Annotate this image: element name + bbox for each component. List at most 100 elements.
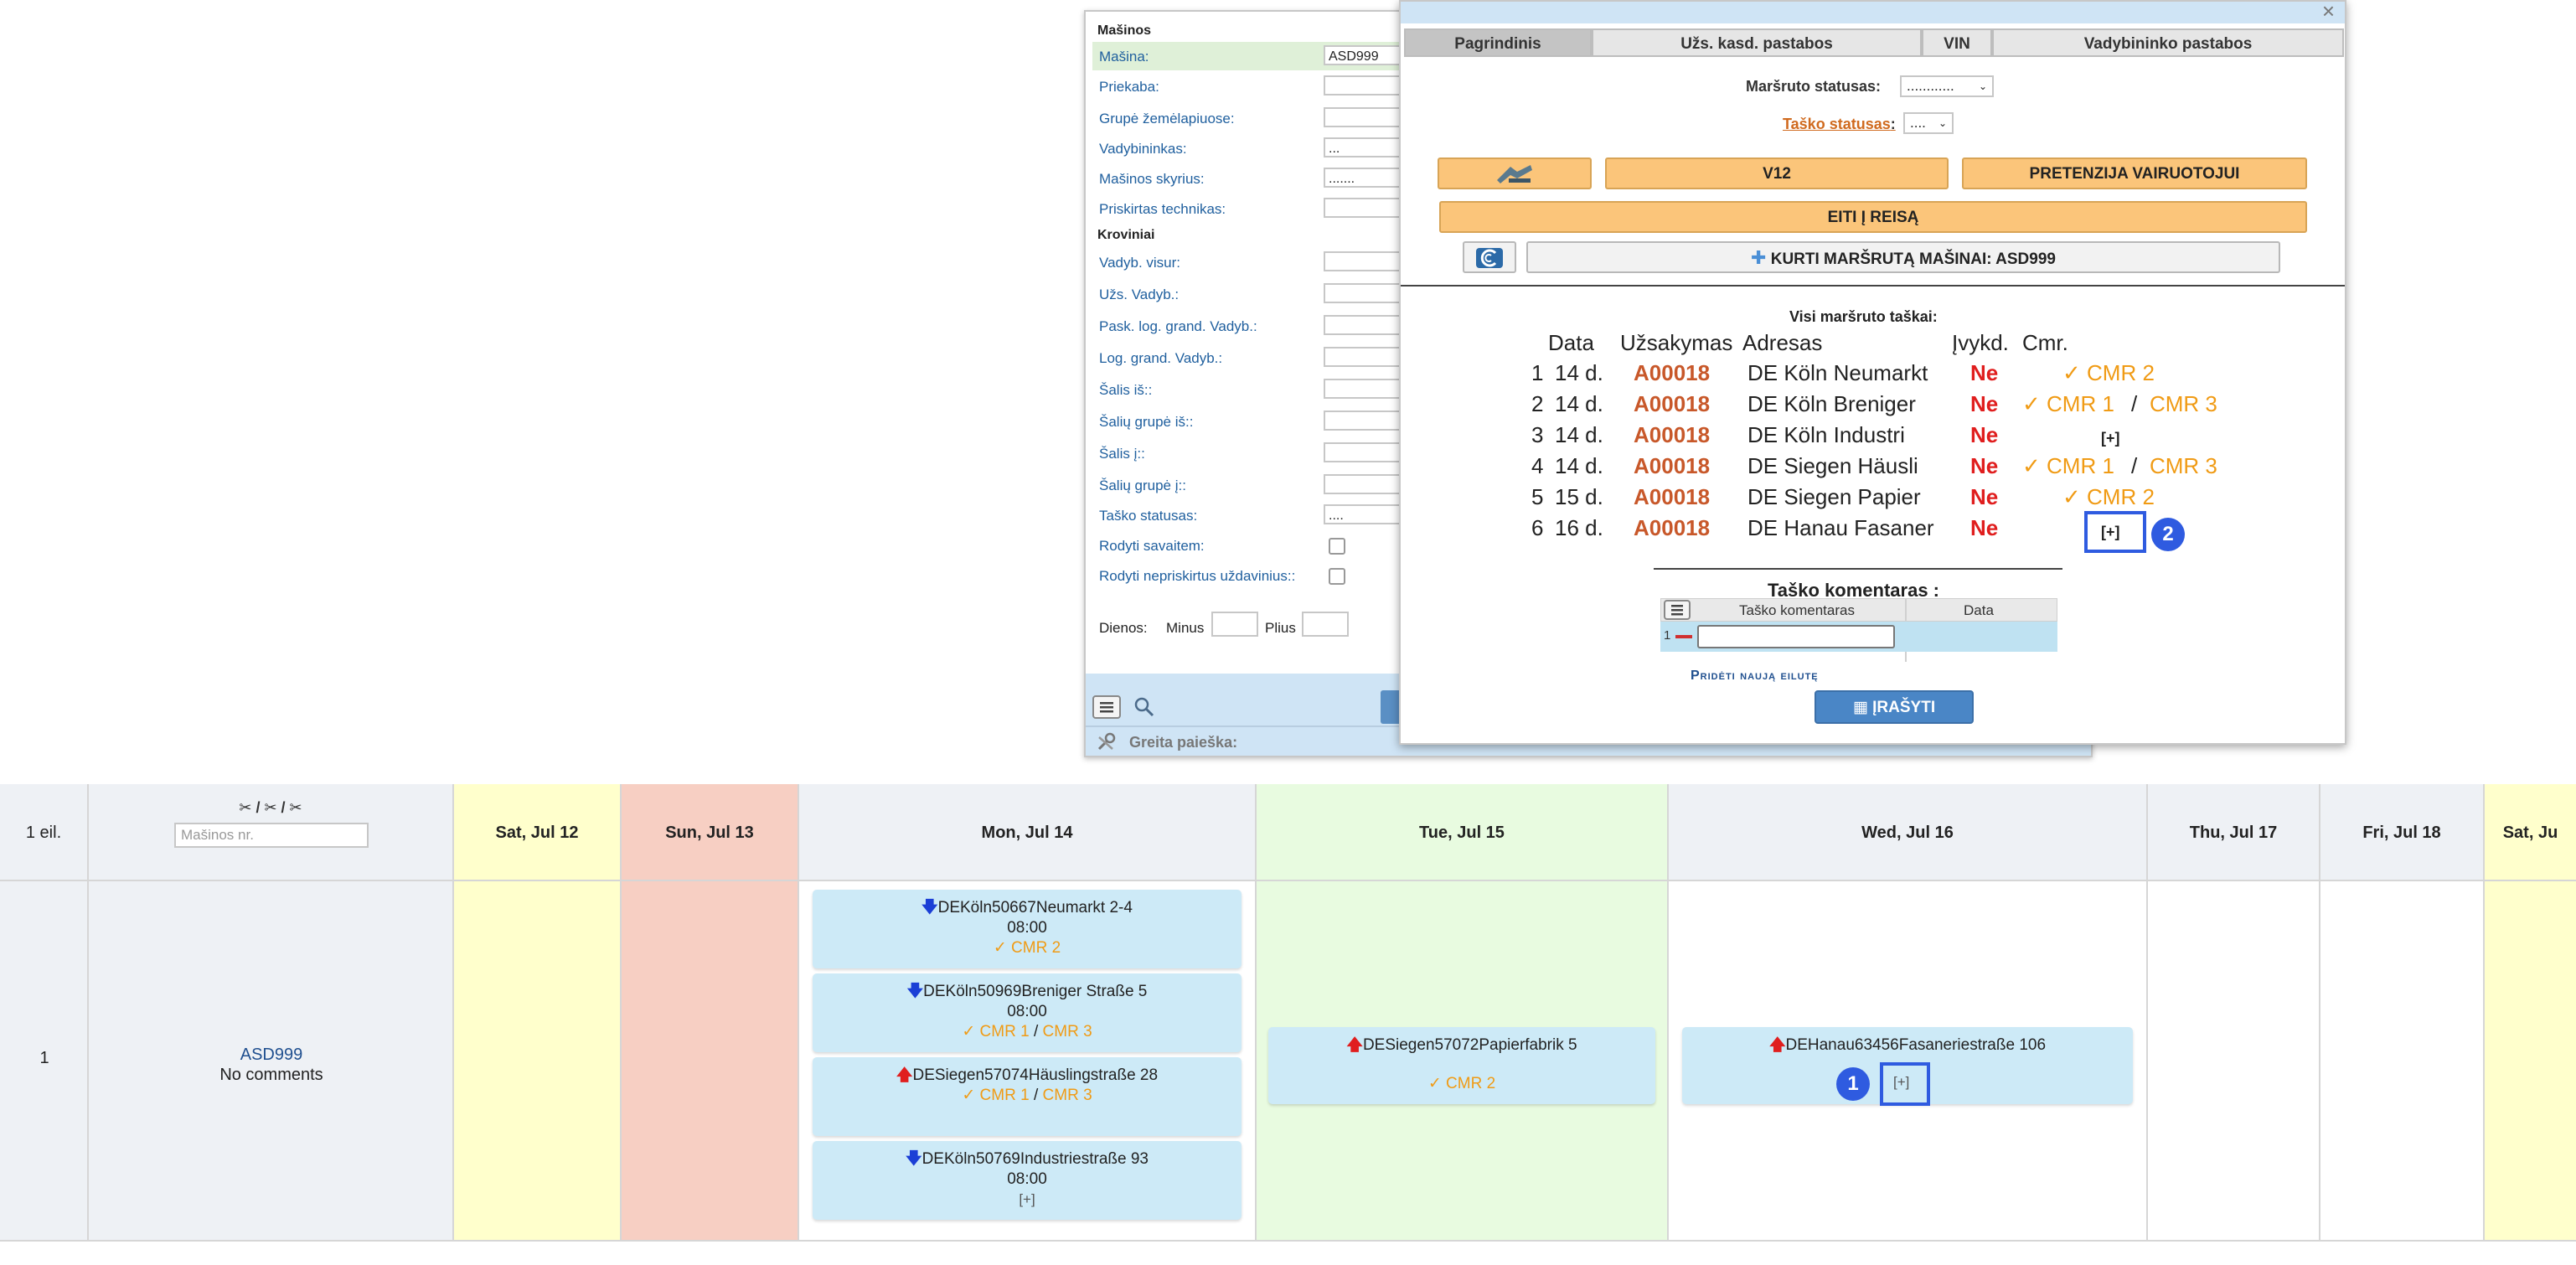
cmr-link[interactable]: ✓ CMR 2 — [1428, 1075, 1495, 1092]
point-order[interactable]: A00018 — [1634, 391, 1710, 416]
day-cell-tue[interactable]: 🡅DESiegen57072Papierfabrik 5 ✓ CMR 2 — [1257, 881, 1669, 1242]
tab-vadybininko-pastabos[interactable]: Vadybininko pastabos — [1992, 28, 2344, 57]
cmr-link[interactable]: ✓ CMR 1 — [2022, 391, 2114, 416]
cmr-link[interactable]: ✓ CMR 1 — [962, 1087, 1029, 1104]
route-points-title: Visi maršruto taškai: — [1789, 308, 1938, 325]
day-cell-thu[interactable] — [2148, 881, 2320, 1242]
cmr-link[interactable]: ✓ CMR 2 — [813, 938, 1242, 958]
menu-icon[interactable] — [1092, 695, 1121, 719]
filter-label: Šalis į:: — [1099, 446, 1145, 462]
point-done[interactable]: Ne — [1970, 515, 1998, 540]
route-card[interactable]: 🡅DESiegen57072Papierfabrik 5 ✓ CMR 2 — [1268, 1027, 1655, 1104]
route-icon-button[interactable] — [1463, 241, 1516, 273]
day-cell-sat[interactable] — [454, 881, 622, 1242]
day-header-mon[interactable]: Mon, Jul 14 — [799, 784, 1257, 881]
filter-label-technikas: Priskirtas technikas: — [1099, 201, 1226, 217]
day-header-wed[interactable]: Wed, Jul 16 — [1669, 784, 2148, 881]
rodyti-savaitem-checkbox[interactable] — [1329, 538, 1345, 555]
cmr-link[interactable]: ✓ CMR 1 — [2022, 453, 2114, 478]
point-status-link[interactable]: Taško statusas: — [1783, 116, 1896, 133]
card-time: 08:00 — [1007, 1170, 1047, 1188]
camera-button[interactable] — [1438, 157, 1592, 189]
day-cell-sun[interactable] — [622, 881, 799, 1242]
card-address-line: 🡅DEHanau63456Fasaneriestraße 106 — [1682, 1035, 2133, 1056]
filter-label: Šalių grupė iš:: — [1099, 414, 1194, 430]
day-header-thu[interactable]: Thu, Jul 17 — [2148, 784, 2320, 881]
point-done[interactable]: Ne — [1970, 484, 1998, 509]
point-status-label: Taško statusas — [1783, 116, 1891, 132]
point-order[interactable]: A00018 — [1634, 422, 1710, 447]
filter-label-skyrius: Mašinos skyrius: — [1099, 171, 1205, 187]
close-icon[interactable]: × — [2322, 0, 2335, 22]
point-done[interactable]: Ne — [1970, 453, 1998, 478]
cmr-link[interactable]: ✓ CMR 2 — [2062, 484, 2155, 509]
day-cell-sat2[interactable] — [2485, 881, 2576, 1242]
route-card[interactable]: 🡇DEKöln50769Industriestraße 93 08:00 [+] — [813, 1141, 1242, 1220]
cmr-link[interactable]: CMR 3 — [2150, 453, 2217, 478]
create-route-button[interactable]: ✚ KURTI MARŠRUTĄ MAŠINAI: ASD999 — [1526, 241, 2280, 273]
day-header-sat2[interactable]: Sat, Ju — [2485, 784, 2576, 881]
point-order[interactable]: A00018 — [1634, 360, 1710, 385]
go-to-trip-button[interactable]: EITI Į REISĄ — [1439, 201, 2307, 233]
point-done[interactable]: Ne — [1970, 422, 1998, 447]
filter-label-priekaba: Priekaba: — [1099, 79, 1159, 95]
route-card[interactable]: 🡅DESiegen57074Häuslingstraße 28 ✓ CMR 1 … — [813, 1057, 1242, 1136]
v12-button[interactable]: V12 — [1605, 157, 1949, 189]
filter-label: Pask. log. grand. Vadyb.: — [1099, 318, 1257, 334]
point-status-value: .... — [1910, 115, 1926, 131]
day-header-fri[interactable]: Fri, Jul 18 — [2320, 784, 2485, 881]
arrow-up-icon: 🡅 — [1768, 1036, 1786, 1054]
tools-icons[interactable]: ✂ / ✂ / ✂ — [89, 799, 452, 817]
minus-input[interactable] — [1211, 612, 1258, 637]
point-done[interactable]: Ne — [1970, 391, 1998, 416]
route-status-select[interactable]: ............ ⌄ — [1900, 75, 1994, 97]
tab-pagrindinis[interactable]: Pagrindinis — [1404, 28, 1592, 57]
row-number-cell: 1 — [0, 881, 89, 1242]
vehicle-link[interactable]: ASD999 — [89, 1046, 454, 1065]
card-address: DEKöln50769Industriestraße 93 — [921, 1150, 1149, 1168]
point-order[interactable]: A00018 — [1634, 453, 1710, 478]
cmr-link[interactable]: CMR 3 — [2150, 391, 2217, 416]
add-row-link[interactable]: Pridėti naują eilutę — [1691, 669, 1819, 684]
claim-driver-button[interactable]: PRETENZIJA VAIRUOTOJUI — [1962, 157, 2307, 189]
tab-vin[interactable]: VIN — [1922, 28, 1992, 57]
day-header-tue[interactable]: Tue, Jul 15 — [1257, 784, 1669, 881]
point-done[interactable]: Ne — [1970, 360, 1998, 385]
point-address: DE Köln Neumarkt — [1747, 360, 1928, 385]
point-date: 14 d. — [1555, 453, 1603, 478]
point-status-select[interactable]: .... ⌄ — [1903, 112, 1954, 134]
point-date: 16 d. — [1555, 515, 1603, 540]
day-cell-wed[interactable]: 🡅DEHanau63456Fasaneriestraße 106 [+] 1 — [1669, 881, 2148, 1242]
cmr-link[interactable]: ✓ CMR 1 — [962, 1023, 1029, 1040]
point-number: 5 — [1531, 484, 1544, 509]
grid-menu-icon[interactable] — [1664, 600, 1691, 620]
route-card[interactable]: 🡇DEKöln50667Neumarkt 2-4 08:00 ✓ CMR 2 — [813, 890, 1242, 968]
quick-search-label[interactable]: Greita paieška: — [1129, 734, 1237, 751]
save-button[interactable]: ▦ ĮRAŠYTI — [1815, 690, 1974, 724]
point-order[interactable]: A00018 — [1634, 515, 1710, 540]
day-header-sat[interactable]: Sat, Jul 12 — [454, 784, 622, 881]
vehicle-search-input[interactable]: Mašinos nr. — [174, 823, 369, 848]
point-order[interactable]: A00018 — [1634, 484, 1710, 509]
search-icon[interactable] — [1133, 695, 1156, 723]
day-cell-mon[interactable]: 🡇DEKöln50667Neumarkt 2-4 08:00 ✓ CMR 2 🡇… — [799, 881, 1257, 1242]
plius-input[interactable] — [1302, 612, 1349, 637]
comment-input[interactable] — [1697, 625, 1895, 648]
filter-label-vadybininkas: Vadybininkas: — [1099, 141, 1187, 157]
add-cmr-button-highlighted[interactable]: [+] — [1893, 1074, 1909, 1091]
cmr-link[interactable]: CMR 3 — [1043, 1023, 1092, 1040]
point-number: 1 — [1531, 360, 1544, 385]
cmr-link[interactable]: CMR 3 — [1043, 1087, 1092, 1104]
card-cmr-line: ✓ CMR 1 / CMR 3 — [962, 1087, 1092, 1104]
filter-label: Rodyti savaitem: — [1099, 538, 1205, 554]
rodyti-nepriskirtus-checkbox[interactable] — [1329, 568, 1345, 585]
day-cell-fri[interactable] — [2320, 881, 2485, 1242]
cmr-link[interactable]: ✓ CMR 2 — [2062, 360, 2155, 385]
route-card[interactable]: 🡇DEKöln50969Breniger Straße 5 08:00 ✓ CM… — [813, 973, 1242, 1052]
tab-uzs-kasd-pastabos[interactable]: Užs. kasd. pastabos — [1592, 28, 1922, 57]
add-cmr-button[interactable]: [+] — [2101, 426, 2120, 451]
add-cmr-button[interactable]: [+] — [813, 1190, 1242, 1210]
comments-divider — [1654, 568, 2062, 570]
remove-row-icon[interactable] — [1675, 635, 1692, 638]
day-header-sun[interactable]: Sun, Jul 13 — [622, 784, 799, 881]
